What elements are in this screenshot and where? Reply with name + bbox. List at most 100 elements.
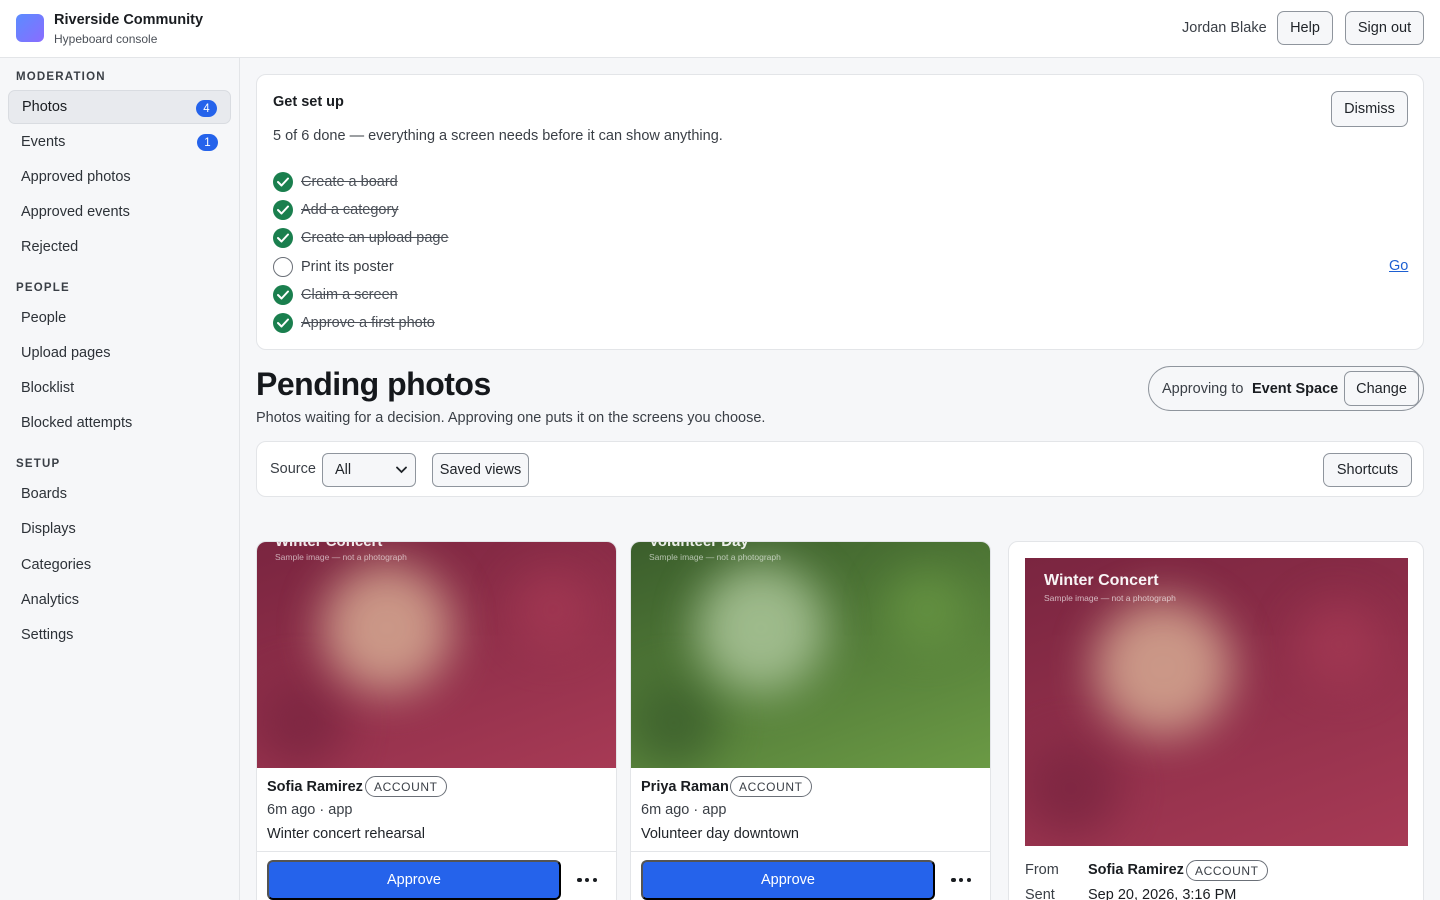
photo-blur-shape xyxy=(695,562,826,693)
sidebar-item-approved-events[interactable]: Approved events xyxy=(8,195,231,229)
approving-label: Approving to xyxy=(1162,381,1244,397)
setup-step: Add a category xyxy=(273,199,399,221)
sidebar-item-label: Blocked attempts xyxy=(21,415,133,431)
pending-count-badge: 1 xyxy=(197,134,218,151)
source-select-value: All xyxy=(335,462,352,478)
sidebar-item-categories[interactable]: Categories xyxy=(8,548,231,582)
sidebar-item-blocked-attempts[interactable]: Blocked attempts xyxy=(8,406,231,440)
approve-button[interactable]: Approve xyxy=(641,860,935,900)
photo-caption: Volunteer day downtown xyxy=(641,826,799,842)
dismiss-button[interactable]: Dismiss xyxy=(1331,91,1408,127)
check-circle-icon xyxy=(273,285,293,305)
detail-photo-title: Winter Concert xyxy=(1044,572,1159,589)
sidebar-item-settings[interactable]: Settings xyxy=(8,618,231,652)
photo-blur-shape xyxy=(887,570,967,650)
sidebar-item-label: Upload pages xyxy=(21,345,111,361)
check-circle-icon xyxy=(273,313,293,333)
card-divider xyxy=(257,851,616,852)
detail-sent-value: Sep 20, 2026, 3:16 PM xyxy=(1088,887,1237,900)
org-logo xyxy=(16,14,44,42)
setup-step: Approve a first photo xyxy=(273,312,435,334)
detail-from-value: Sofia Ramirez xyxy=(1088,862,1184,878)
setup-step: Create a board xyxy=(273,171,398,193)
sign-out-button[interactable]: Sign out xyxy=(1345,11,1424,45)
setup-step-label: Create a board xyxy=(301,174,398,190)
sidebar-item-displays[interactable]: Displays xyxy=(8,512,231,546)
filter-bar: Source All Saved views Shortcuts xyxy=(256,441,1424,497)
sidebar-item-label: Blocklist xyxy=(21,380,75,396)
photo-blur-shape xyxy=(257,677,346,768)
photo-card[interactable]: Winter Concert Sample image — not a phot… xyxy=(256,541,617,900)
sidebar-item-label: Boards xyxy=(21,486,67,502)
sidebar-item-label: Categories xyxy=(21,557,92,573)
go-link[interactable]: Go xyxy=(1389,258,1408,274)
check-circle-icon xyxy=(273,200,293,220)
setup-step: Print its poster xyxy=(273,256,394,278)
card-divider xyxy=(631,851,990,852)
account-tag: ACCOUNT xyxy=(730,776,812,797)
page-subtitle: Photos waiting for a decision. Approving… xyxy=(256,410,766,426)
help-button[interactable]: Help xyxy=(1277,11,1333,45)
sidebar-item-events[interactable]: Events 1 xyxy=(8,125,231,159)
sidebar-section-setup: SETUP xyxy=(16,458,61,470)
setup-title: Get set up xyxy=(273,94,344,110)
photo-title: Volunteer Day xyxy=(649,542,749,550)
source-label: Source xyxy=(270,461,316,477)
photo-card[interactable]: Volunteer Day Sample image — not a photo… xyxy=(630,541,991,900)
sidebar-item-label: Settings xyxy=(21,627,74,643)
org-name: Riverside Community xyxy=(54,12,204,28)
sidebar-item-label: Approved events xyxy=(21,204,130,220)
account-tag: ACCOUNT xyxy=(1186,860,1268,881)
empty-circle-icon xyxy=(273,257,293,277)
saved-views-button[interactable]: Saved views xyxy=(432,453,529,487)
setup-progress-text: 5 of 6 done — everything a screen needs … xyxy=(273,128,723,144)
setup-step-label: Create an upload page xyxy=(301,230,449,246)
setup-checklist-card: Get set up 5 of 6 done — everything a sc… xyxy=(256,74,1424,350)
sidebar-item-people[interactable]: People xyxy=(8,301,231,335)
photo-blur-shape xyxy=(1025,740,1119,837)
photo-note: Sample image — not a photograph xyxy=(649,552,781,562)
sidebar-item-label: Photos xyxy=(22,99,68,115)
more-options-icon[interactable] xyxy=(951,873,971,887)
org-subtitle: Hypeboard console xyxy=(54,32,158,46)
approve-button[interactable]: Approve xyxy=(267,860,561,900)
photo-blur-shape xyxy=(631,677,720,768)
sidebar-item-label: Approved photos xyxy=(21,169,131,185)
more-options-icon[interactable] xyxy=(577,873,597,887)
account-tag: ACCOUNT xyxy=(365,776,447,797)
check-circle-icon xyxy=(273,172,293,192)
photo-title: Winter Concert xyxy=(275,542,382,550)
sidebar-item-blocklist[interactable]: Blocklist xyxy=(8,371,231,405)
sidebar-item-boards[interactable]: Boards xyxy=(8,477,231,511)
sidebar-item-label: Events xyxy=(21,134,66,150)
check-circle-icon xyxy=(273,228,293,248)
top-bar: Riverside Community Hypeboard console Jo… xyxy=(0,0,1440,58)
detail-photo-note: Sample image — not a photograph xyxy=(1044,593,1176,603)
sidebar-item-rejected[interactable]: Rejected xyxy=(8,230,231,264)
detail-sent-key: Sent xyxy=(1025,887,1055,900)
photo-blur-shape xyxy=(321,562,452,693)
approving-target-pill: Approving to Event Space Change xyxy=(1148,366,1424,411)
photo-meta: 6m ago · app xyxy=(267,802,353,818)
source-select[interactable]: All xyxy=(322,453,416,487)
sidebar-section-people: PEOPLE xyxy=(16,282,70,294)
detail-photo: Winter Concert Sample image — not a phot… xyxy=(1025,558,1408,846)
sidebar-item-upload-pages[interactable]: Upload pages xyxy=(8,336,231,370)
sidebar-item-photos[interactable]: Photos 4 xyxy=(8,90,231,124)
sidebar-item-analytics[interactable]: Analytics xyxy=(8,583,231,617)
setup-step-label: Add a category xyxy=(301,202,399,218)
photo-thumbnail[interactable]: Volunteer Day Sample image — not a photo… xyxy=(631,542,990,768)
photo-blur-shape xyxy=(1296,602,1382,687)
user-name: Jordan Blake xyxy=(1182,20,1267,36)
photo-thumbnail[interactable]: Winter Concert Sample image — not a phot… xyxy=(257,542,616,768)
sidebar-section-moderation: MODERATION xyxy=(16,71,106,83)
setup-step: Claim a screen xyxy=(273,284,398,306)
shortcuts-button[interactable]: Shortcuts xyxy=(1323,453,1412,487)
chevron-down-icon xyxy=(396,466,407,474)
photo-meta: 6m ago · app xyxy=(641,802,727,818)
approving-target: Event Space xyxy=(1252,381,1339,397)
setup-step-label: Print its poster xyxy=(301,259,394,275)
sender-name: Sofia Ramirez xyxy=(267,779,363,795)
change-target-button[interactable]: Change xyxy=(1344,371,1419,406)
sidebar-item-approved-photos[interactable]: Approved photos xyxy=(8,160,231,194)
